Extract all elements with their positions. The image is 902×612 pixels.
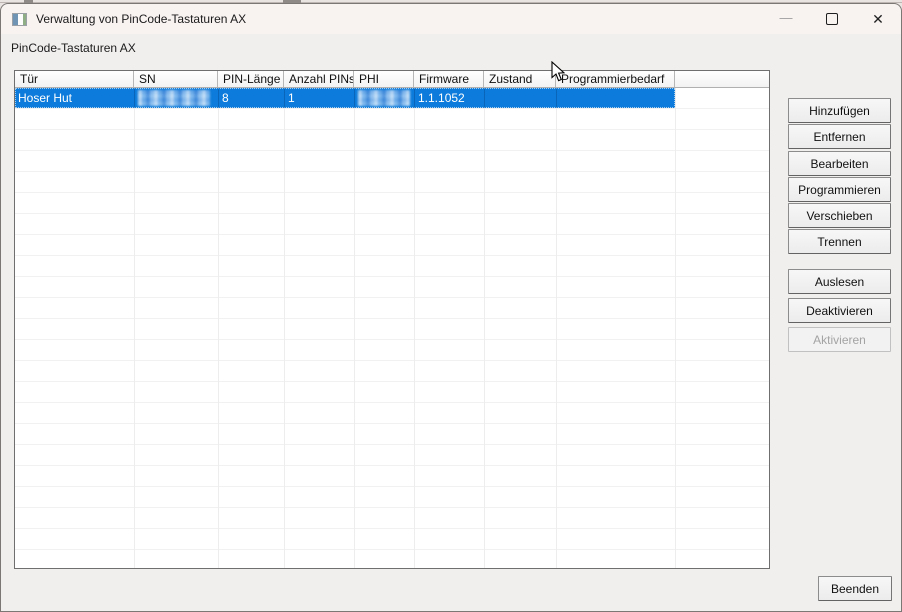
- hinzufuegen-button[interactable]: Hinzufügen: [788, 98, 891, 123]
- cell-anzahl-pins: 1: [288, 88, 295, 108]
- row-cell-separator: [218, 88, 219, 108]
- minimize-icon: —: [780, 11, 793, 24]
- app-icon: [12, 13, 27, 26]
- row-cell-separator: [134, 88, 135, 108]
- column-header-pin-laenge[interactable]: PIN-Länge: [218, 71, 284, 87]
- grid-line: [556, 88, 557, 568]
- keypad-table[interactable]: Tür SN PIN-Länge Anzahl PINs PHI Firmwar…: [14, 70, 770, 569]
- table-row[interactable]: Hoser Hut 8 1 1.1.1052: [15, 88, 675, 108]
- bearbeiten-button[interactable]: Bearbeiten: [788, 151, 891, 176]
- column-header-programmierbedarf[interactable]: Programmierbedarf: [556, 71, 675, 87]
- column-header-zustand[interactable]: Zustand: [484, 71, 556, 87]
- table-header: Tür SN PIN-Länge Anzahl PINs PHI Firmwar…: [15, 71, 769, 88]
- beenden-button[interactable]: Beenden: [818, 576, 892, 601]
- cell-pin-laenge: 8: [222, 88, 229, 108]
- grid-line: [354, 88, 355, 568]
- column-header-anzahl-pins[interactable]: Anzahl PINs: [284, 71, 354, 87]
- column-header-tuer[interactable]: Tür: [15, 71, 134, 87]
- row-cell-separator: [354, 88, 355, 108]
- deaktivieren-button[interactable]: Deaktivieren: [788, 298, 891, 323]
- grid-line: [414, 88, 415, 568]
- row-cell-separator: [414, 88, 415, 108]
- titlebar[interactable]: Verwaltung von PinCode-Tastaturen AX — ✕: [1, 4, 901, 34]
- column-header-firmware[interactable]: Firmware: [414, 71, 484, 87]
- maximize-icon: [826, 13, 838, 25]
- grid-line: [484, 88, 485, 568]
- row-cell-separator: [284, 88, 285, 108]
- grid-line: [284, 88, 285, 568]
- row-cell-separator: [556, 88, 557, 108]
- cell-phi-redacted-blur: [358, 90, 410, 106]
- row-cell-separator: [484, 88, 485, 108]
- page-title: PinCode-Tastaturen AX: [11, 41, 136, 55]
- window-title: Verwaltung von PinCode-Tastaturen AX: [36, 12, 246, 26]
- verschieben-button[interactable]: Verschieben: [788, 203, 891, 228]
- auslesen-button[interactable]: Auslesen: [788, 269, 891, 294]
- caption-buttons: — ✕: [763, 4, 901, 34]
- grid-line: [134, 88, 135, 568]
- minimize-button[interactable]: —: [763, 4, 809, 34]
- column-header-empty[interactable]: [675, 71, 769, 87]
- grid-line: [675, 88, 676, 568]
- cell-firmware: 1.1.1052: [418, 88, 465, 108]
- close-icon: ✕: [872, 12, 884, 26]
- cell-sn-redacted-blur: [138, 90, 210, 106]
- close-button[interactable]: ✕: [855, 4, 901, 34]
- programmieren-button[interactable]: Programmieren: [788, 177, 891, 202]
- entfernen-button[interactable]: Entfernen: [788, 124, 891, 149]
- maximize-button[interactable]: [809, 4, 855, 34]
- table-grid[interactable]: Hoser Hut 8 1 1.1.1052: [15, 88, 769, 568]
- column-header-phi[interactable]: PHI: [354, 71, 414, 87]
- aktivieren-button[interactable]: Aktivieren: [788, 327, 891, 352]
- grid-line: [218, 88, 219, 568]
- dialog-window: Verwaltung von PinCode-Tastaturen AX — ✕…: [0, 3, 902, 612]
- column-header-sn[interactable]: SN: [134, 71, 218, 87]
- trennen-button[interactable]: Trennen: [788, 229, 891, 254]
- cell-tuer: Hoser Hut: [18, 88, 72, 108]
